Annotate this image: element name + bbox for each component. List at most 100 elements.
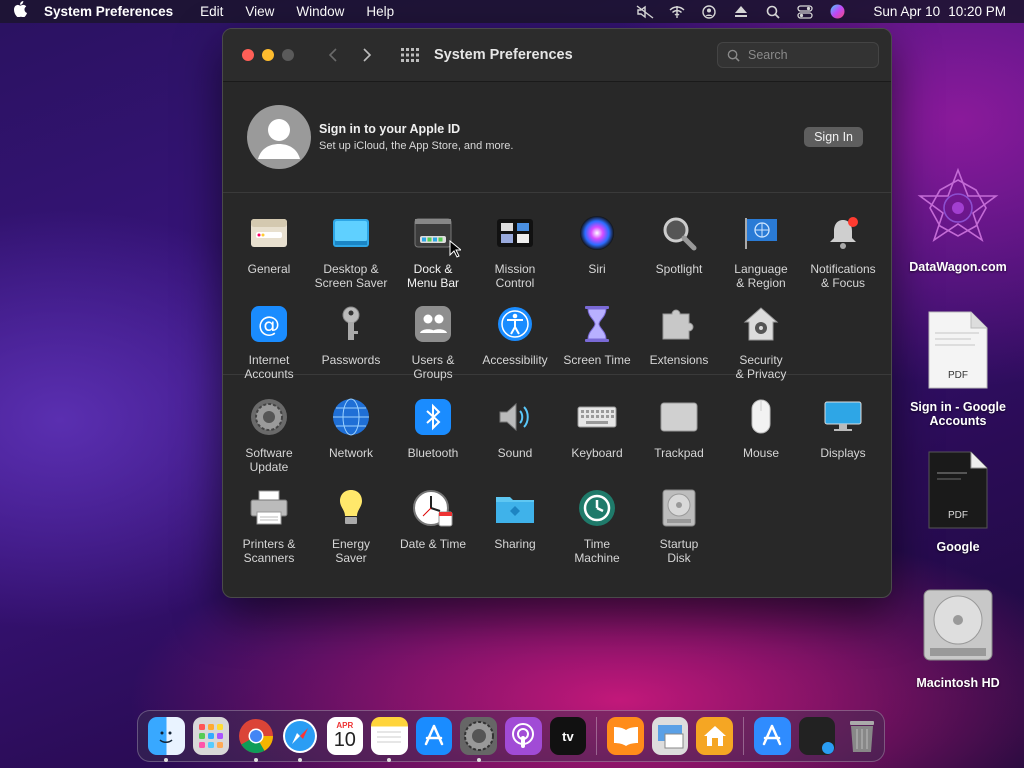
pref-notifications-focus[interactable]: Notifications & Focus <box>802 203 884 294</box>
sign-in-button[interactable]: Sign In <box>804 127 863 147</box>
pref-sound[interactable]: Sound <box>474 387 556 478</box>
siri-icon[interactable] <box>828 4 846 19</box>
trackpad-icon <box>659 397 699 437</box>
pref-extensions[interactable]: Extensions <box>638 294 720 385</box>
hard-disk-icon <box>659 488 699 528</box>
printer-icon <box>249 488 289 528</box>
dock-podcasts-icon[interactable] <box>505 717 542 755</box>
pref-mission-control[interactable]: Mission Control <box>474 203 556 294</box>
dock: APR 10 tv <box>137 710 885 762</box>
pref-dock-menu-bar[interactable]: Dock & Menu Bar <box>392 203 474 294</box>
dock-preview-icon[interactable] <box>651 717 689 755</box>
menu-clock[interactable]: Sun Apr 10 10:20 PM <box>865 4 1024 19</box>
dock-app-store-icon[interactable] <box>415 717 453 755</box>
menu-app-name[interactable]: System Preferences <box>40 4 189 19</box>
pref-trackpad[interactable]: Trackpad <box>638 387 720 478</box>
pref-screen-time[interactable]: Screen Time <box>556 294 638 385</box>
dock-launchpad-icon[interactable] <box>192 717 230 755</box>
avatar[interactable] <box>247 105 311 169</box>
pref-siri[interactable]: Siri <box>556 203 638 294</box>
pref-printers-scanners[interactable]: Printers & Scanners <box>228 478 310 569</box>
pref-time-machine[interactable]: Time Machine <box>556 478 638 569</box>
pref-language-region[interactable]: Language & Region <box>720 203 802 294</box>
svg-text:@: @ <box>258 313 280 338</box>
pref-passwords[interactable]: Passwords <box>310 294 392 385</box>
pref-label: Bluetooth <box>407 446 459 460</box>
pref-security-privacy[interactable]: Security & Privacy <box>720 294 802 385</box>
apple-menu-icon[interactable] <box>0 1 40 22</box>
search-input[interactable] <box>746 47 870 63</box>
pref-startup-disk[interactable]: Startup Disk <box>638 478 720 569</box>
pref-internet-accounts[interactable]: @ Internet Accounts <box>228 294 310 385</box>
pref-label: Extensions <box>649 353 709 367</box>
desktop-label: Macintosh HD <box>916 676 1000 690</box>
desktop-screen-saver-icon <box>331 213 371 253</box>
desktop-item-macintosh-hd[interactable]: Macintosh HD <box>900 588 1016 690</box>
desktop-item-datawagon[interactable]: DataWagon.com <box>900 166 1016 274</box>
pref-keyboard[interactable]: Keyboard <box>556 387 638 478</box>
eject-icon[interactable] <box>732 5 750 19</box>
search-icon[interactable] <box>764 5 782 19</box>
user-icon[interactable] <box>700 4 718 19</box>
pref-users-groups[interactable]: Users & Groups <box>392 294 474 385</box>
control-center-icon[interactable] <box>796 4 814 19</box>
pref-network[interactable]: Network <box>310 387 392 478</box>
menu-view[interactable]: View <box>234 4 285 19</box>
house-lock-icon <box>741 304 781 344</box>
back-button[interactable] <box>322 44 344 66</box>
pref-label: Energy Saver <box>331 537 371 565</box>
dock-trash-icon[interactable] <box>843 717 880 755</box>
menu-window[interactable]: Window <box>285 4 355 19</box>
dock-recent-window-icon[interactable] <box>798 717 836 755</box>
window-title: System Preferences <box>434 47 573 63</box>
dock-applications-folder-icon[interactable] <box>754 717 791 755</box>
dock-finder-icon[interactable] <box>148 717 185 762</box>
pref-label: Language & Region <box>734 262 788 290</box>
desktop-item-signin-pdf[interactable]: PDF Sign in - Google Accounts <box>900 310 1016 428</box>
zoom-window-button[interactable] <box>282 49 294 61</box>
pref-desktop-screen-saver[interactable]: Desktop & Screen Saver <box>310 203 392 294</box>
pref-bluetooth[interactable]: Bluetooth <box>392 387 474 478</box>
bell-icon <box>823 213 863 253</box>
pref-mouse[interactable]: Mouse <box>720 387 802 478</box>
dock-calendar-icon[interactable]: APR 10 <box>326 717 364 755</box>
forward-button[interactable] <box>356 44 378 66</box>
search-field[interactable] <box>717 42 879 68</box>
dock-chrome-icon[interactable] <box>237 717 274 762</box>
mute-icon[interactable] <box>636 4 654 19</box>
menu-help[interactable]: Help <box>355 4 405 19</box>
folder-share-icon <box>495 488 535 528</box>
pref-label: Passwords <box>321 353 381 367</box>
pref-label: Users & Groups <box>411 353 455 381</box>
clock-date: Sun Apr 10 <box>873 4 941 19</box>
pref-label: Desktop & Screen Saver <box>314 262 388 290</box>
pref-label: Security & Privacy <box>735 353 787 381</box>
wifi-off-icon[interactable] <box>668 5 686 19</box>
dock-system-preferences-icon[interactable] <box>460 717 497 762</box>
pref-spotlight[interactable]: Spotlight <box>638 203 720 294</box>
bluetooth-icon <box>413 397 453 437</box>
pref-sharing[interactable]: Sharing <box>474 478 556 569</box>
pref-label: Trackpad <box>654 446 704 460</box>
close-window-button[interactable] <box>242 49 254 61</box>
pref-date-time[interactable]: Date & Time <box>392 478 474 569</box>
dock-apple-tv-icon[interactable]: tv <box>549 717 587 755</box>
siri-icon <box>577 213 617 253</box>
pref-label: Notifications & Focus <box>810 262 876 290</box>
pref-energy-saver[interactable]: Energy Saver <box>310 478 392 569</box>
pref-accessibility[interactable]: Accessibility <box>474 294 556 385</box>
minimize-window-button[interactable] <box>262 49 274 61</box>
pref-label: Mission Control <box>494 262 536 290</box>
window-titlebar: System Preferences <box>223 29 891 82</box>
desktop-item-google-pdf[interactable]: PDF Google <box>900 450 1016 554</box>
dock-notes-icon[interactable] <box>371 717 408 762</box>
show-all-grid-icon[interactable] <box>400 45 420 65</box>
gear-icon <box>249 397 289 437</box>
pref-software-update[interactable]: Software Update <box>228 387 310 478</box>
dock-safari-icon[interactable] <box>282 717 319 762</box>
dock-books-icon[interactable] <box>607 717 644 755</box>
pref-displays[interactable]: Displays <box>802 387 884 478</box>
dock-home-icon[interactable] <box>696 717 734 755</box>
menu-edit[interactable]: Edit <box>189 4 234 19</box>
pref-general[interactable]: General <box>228 203 310 294</box>
